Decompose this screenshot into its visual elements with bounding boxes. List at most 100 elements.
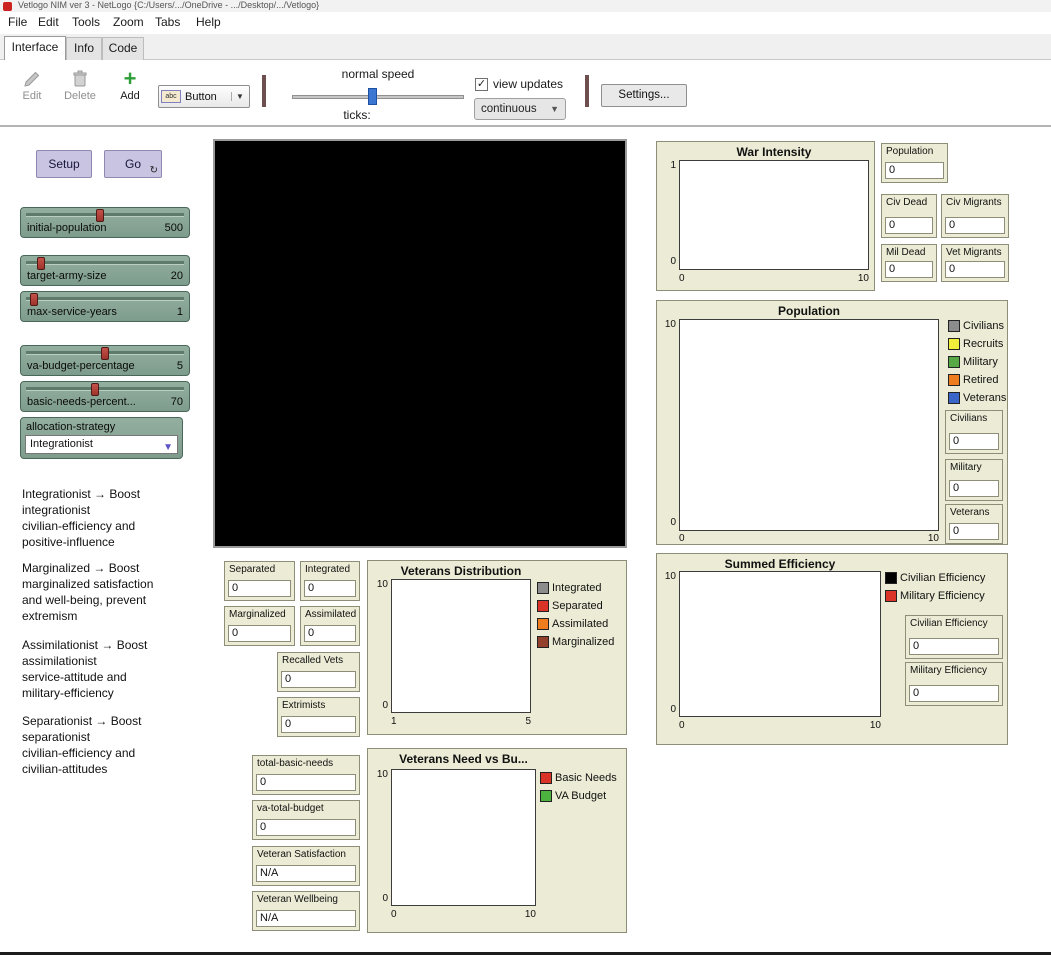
menu-tools[interactable]: Tools bbox=[72, 15, 100, 29]
slider-label: target-army-size bbox=[27, 270, 106, 282]
monitor-value: 0 bbox=[885, 217, 933, 234]
y-axis-max: 10 bbox=[659, 571, 676, 582]
widget-type-value: Button bbox=[185, 91, 227, 103]
slider-handle[interactable] bbox=[101, 347, 109, 360]
speed-slider-handle[interactable] bbox=[368, 88, 377, 105]
monitor-label: Integrated bbox=[305, 564, 357, 575]
edit-widget-button[interactable]: Edit bbox=[12, 68, 52, 102]
chevron-down-icon: ▼ bbox=[550, 104, 559, 114]
slider-basic-needs-percent[interactable]: basic-needs-percent... 70 bbox=[20, 381, 190, 412]
speed-slider-track[interactable] bbox=[292, 95, 464, 99]
slider-label: basic-needs-percent... bbox=[27, 396, 136, 408]
y-axis-max: 10 bbox=[371, 769, 388, 780]
delete-widget-button[interactable]: Delete bbox=[56, 68, 104, 102]
monitor-integrated: Integrated 0 bbox=[300, 561, 360, 601]
update-mode-dropdown[interactable]: continuous ▼ bbox=[474, 98, 566, 120]
slider-groove bbox=[26, 213, 184, 217]
monitor-label: Separated bbox=[229, 564, 292, 575]
slider-handle[interactable] bbox=[37, 257, 45, 270]
monitor-value: 0 bbox=[256, 819, 356, 836]
monitor-total-basic-needs: total-basic-needs 0 bbox=[252, 755, 360, 795]
slider-groove bbox=[26, 297, 184, 301]
slider-max-service-years[interactable]: max-service-years 1 bbox=[20, 291, 190, 322]
slider-groove bbox=[26, 387, 184, 391]
note-separationist: Separationist → Boost separationist civi… bbox=[22, 713, 194, 777]
monitor-value: 0 bbox=[909, 638, 999, 655]
x-axis-max: 5 bbox=[515, 716, 531, 727]
plot-area bbox=[679, 160, 869, 270]
legend-swatch bbox=[537, 600, 549, 612]
chooser-value-box[interactable]: Integrationist ▼ bbox=[25, 435, 178, 454]
slider-target-army-size[interactable]: target-army-size 20 bbox=[20, 255, 190, 286]
tab-code[interactable]: Code bbox=[102, 37, 144, 60]
legend-item: Separated bbox=[537, 599, 603, 613]
monitor-value: 0 bbox=[228, 580, 291, 597]
go-button[interactable]: Go ↻ bbox=[104, 150, 162, 178]
monitor-value: 0 bbox=[885, 261, 933, 278]
world-view[interactable] bbox=[213, 139, 627, 548]
monitor-mil-dead: Mil Dead 0 bbox=[881, 244, 937, 282]
menu-help[interactable]: Help bbox=[196, 15, 221, 29]
plot-area bbox=[679, 319, 939, 531]
monitor-value: 0 bbox=[885, 162, 944, 179]
monitor-label: Recalled Vets bbox=[282, 655, 357, 666]
slider-initial-population[interactable]: initial-population 500 bbox=[20, 207, 190, 238]
monitor-value: 0 bbox=[949, 433, 999, 450]
title-bar: Vetlogo NIM ver 3 - NetLogo {C:/Users/..… bbox=[0, 0, 1051, 12]
y-axis-min: 0 bbox=[659, 704, 676, 715]
plot-title: Veterans Need vs Bu... bbox=[391, 752, 536, 766]
monitor-civilian-efficiency: Civilian Efficiency 0 bbox=[905, 615, 1003, 659]
x-axis-max: 10 bbox=[923, 533, 939, 544]
chooser-value: Integrationist bbox=[30, 438, 93, 450]
legend-item: Integrated bbox=[537, 581, 602, 595]
legend-item: Civilian Efficiency bbox=[885, 571, 985, 585]
legend-swatch bbox=[540, 772, 552, 784]
y-axis-min: 0 bbox=[659, 256, 676, 267]
tab-info[interactable]: Info bbox=[66, 37, 102, 60]
monitor-veteran-satisfaction: Veteran Satisfaction N/A bbox=[252, 846, 360, 886]
slider-handle[interactable] bbox=[96, 209, 104, 222]
plot-veterans-distribution: Veterans Distribution 10 0 1 5 Integrate… bbox=[367, 560, 627, 735]
monitor-label: Extrimists bbox=[282, 700, 357, 711]
x-axis-max: 10 bbox=[853, 273, 869, 284]
monitor-label: total-basic-needs bbox=[257, 758, 357, 769]
note-marginalized: Marginalized → Boost marginalized satisf… bbox=[22, 560, 194, 624]
menu-file[interactable]: File bbox=[8, 15, 27, 29]
plot-title: Population bbox=[679, 304, 939, 318]
setup-button[interactable]: Setup bbox=[36, 150, 92, 178]
slider-handle[interactable] bbox=[30, 293, 38, 306]
monitor-value: 0 bbox=[281, 671, 356, 688]
tab-interface[interactable]: Interface bbox=[4, 36, 66, 61]
x-axis-max: 10 bbox=[865, 720, 881, 731]
note-assimilationist: Assimilationist → Boost assimilationist … bbox=[22, 637, 194, 701]
legend-swatch bbox=[885, 590, 897, 602]
menu-tabs[interactable]: Tabs bbox=[155, 15, 180, 29]
settings-button[interactable]: Settings... bbox=[601, 84, 687, 107]
legend-item: Basic Needs bbox=[540, 771, 617, 785]
window-title: Vetlogo NIM ver 3 - NetLogo {C:/Users/..… bbox=[18, 0, 319, 10]
chooser-label: allocation-strategy bbox=[26, 421, 115, 433]
monitor-recalled-vets: Recalled Vets 0 bbox=[277, 652, 360, 692]
app-icon bbox=[3, 2, 12, 11]
monitor-label: Civilian Efficiency bbox=[910, 618, 1000, 629]
menu-bar: File Edit Tools Zoom Tabs Help bbox=[0, 12, 1051, 34]
monitor-value: 0 bbox=[304, 580, 356, 597]
monitor-civilians: Civilians 0 bbox=[945, 410, 1003, 454]
slider-handle[interactable] bbox=[91, 383, 99, 396]
monitor-value: N/A bbox=[256, 910, 356, 927]
x-axis-max: 10 bbox=[520, 909, 536, 920]
monitor-veterans: Veterans 0 bbox=[945, 504, 1003, 544]
view-updates-checkbox[interactable]: ✓ bbox=[475, 78, 488, 91]
slider-va-budget-percentage[interactable]: va-budget-percentage 5 bbox=[20, 345, 190, 376]
chevron-down-icon: ▼ bbox=[231, 92, 247, 101]
monitor-label: Assimilated bbox=[305, 609, 357, 620]
add-widget-button[interactable]: + Add bbox=[110, 68, 150, 102]
monitor-assimilated: Assimilated 0 bbox=[300, 606, 360, 646]
chooser-allocation-strategy[interactable]: allocation-strategy Integrationist ▼ bbox=[20, 417, 183, 459]
slider-label: va-budget-percentage bbox=[27, 360, 135, 372]
legend-swatch bbox=[540, 790, 552, 802]
menu-zoom[interactable]: Zoom bbox=[113, 15, 144, 29]
menu-edit[interactable]: Edit bbox=[38, 15, 59, 29]
widget-type-dropdown[interactable]: abc Button ▼ bbox=[158, 85, 250, 108]
slider-value: 70 bbox=[171, 396, 183, 408]
